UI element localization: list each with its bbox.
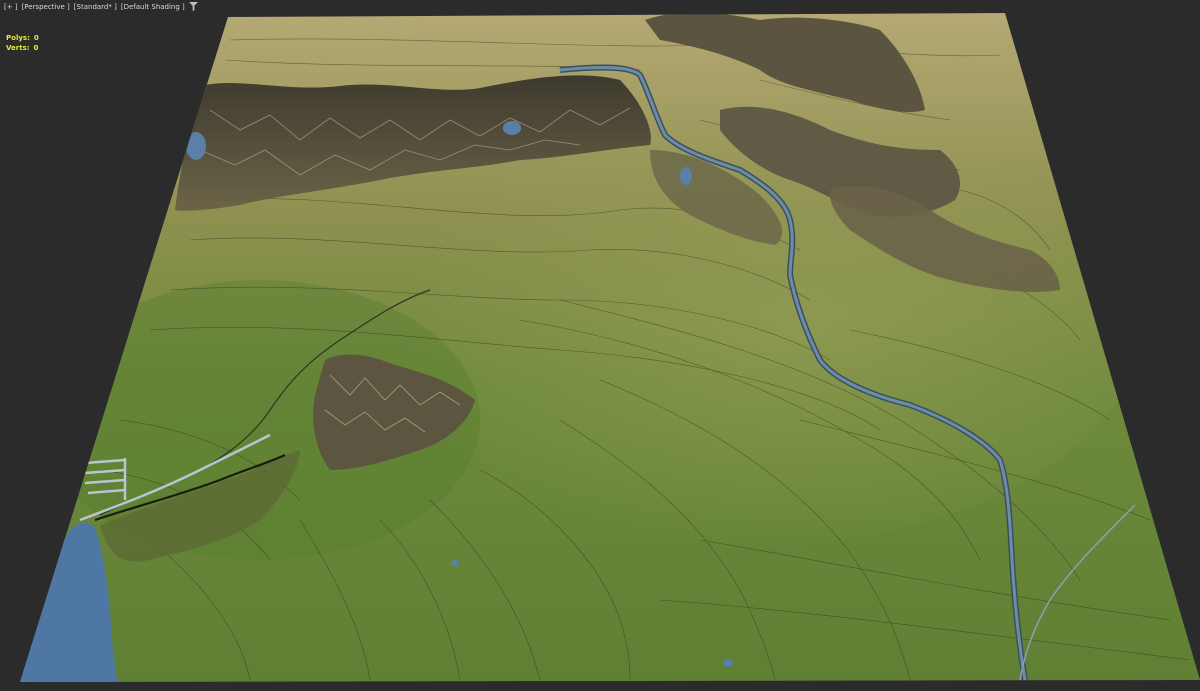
viewport-shading-mode[interactable]: [Default Shading ] — [121, 3, 185, 11]
filter-icon[interactable] — [188, 2, 198, 11]
terrain-viewport[interactable] — [0, 0, 1200, 691]
viewport-render-mode[interactable]: [Standard* ] — [74, 3, 117, 11]
stats-overlay: Polys: 0 Verts: 0 — [6, 33, 39, 53]
verts-stat: Verts: 0 — [6, 43, 39, 53]
lake-west — [186, 132, 206, 160]
pond-southeast — [723, 659, 733, 667]
verts-value: 0 — [33, 44, 39, 52]
viewport-label: [+ ] [Perspective ] [Standard* ] [Defaul… — [4, 2, 198, 11]
polys-stat: Polys: 0 — [6, 33, 39, 43]
pond-south — [451, 560, 459, 566]
polys-label: Polys: — [6, 34, 30, 42]
viewport-view-mode[interactable]: [Perspective ] — [22, 3, 70, 11]
lake-central — [680, 167, 692, 185]
lake-north — [503, 121, 521, 135]
viewport-menu-button[interactable]: [+ ] — [4, 3, 18, 11]
verts-label: Verts: — [6, 44, 30, 52]
polys-value: 0 — [33, 34, 39, 42]
